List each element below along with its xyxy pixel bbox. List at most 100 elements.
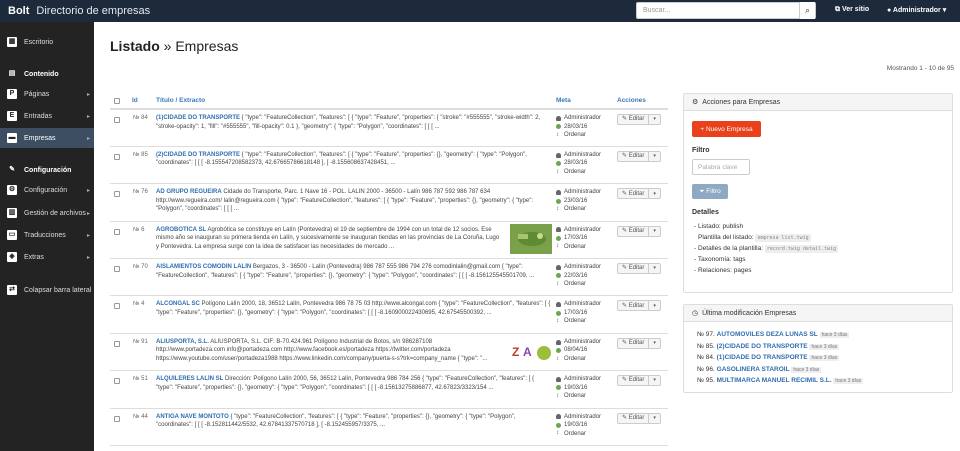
recent-name-link[interactable]: (1)CIDADE DO TRANSPORTE [717,354,808,361]
recent-item[interactable]: № 85. (2)CIDADE DO TRANSPORTE hace 3 día… [697,343,840,350]
sidebar-item-escritorio[interactable]: ▦ Escritorio [0,32,94,52]
row-checkbox[interactable] [114,228,120,235]
column-id[interactable]: Id [132,93,156,110]
row-checkbox[interactable] [114,340,120,347]
search-input[interactable]: Buscar... ⌕ [636,2,816,19]
column-title[interactable]: Título / Extracto [156,93,556,110]
edit-button[interactable]: ✎ Editar ▾ [617,300,661,312]
edit-icon: ✎ [622,116,628,123]
sidebar-item-entradas[interactable]: E Entradas ▸ [0,106,94,126]
recent-name-link[interactable]: MULTIMARCA MANUEL RECIMIL S.L. [717,377,832,384]
edit-button[interactable]: ✎ Editar ▾ [617,150,661,162]
brand-logo[interactable]: Bolt [8,5,29,17]
record-title-link[interactable]: (1)CIDADE DO TRANSPORTE [156,115,240,121]
recent-ago: hace 3 días [791,366,822,373]
caret-down-icon[interactable]: ▾ [649,376,660,385]
sidebar-item-gesti-n-de-archivos[interactable]: ▥ Gestión de archivos ▸ [0,203,94,223]
row-checkbox[interactable] [114,415,120,422]
record-title-link[interactable]: AISLAMIENTOS COMODÍN LALÍN [156,264,251,270]
recent-item[interactable]: № 84. (1)CIDADE DO TRANSPORTE hace 3 día… [697,354,840,361]
record-title-link[interactable]: ALIUSPORTA, S.L. [156,339,209,345]
recent-name-link[interactable]: (2)CIDADE DO TRANSPORTE [717,343,808,350]
table-row[interactable]: № 76 AD GRUPO REGUEIRA Cidade do Transpor… [110,183,668,222]
sidebar-item-configuraci-n[interactable]: ⚙ Configuración ▸ [0,180,94,200]
edit-button[interactable]: ✎ Editar ▾ [617,188,661,200]
search-icon[interactable]: ⌕ [799,2,815,19]
caret-down-icon[interactable]: ▾ [649,339,660,348]
caret-down-icon[interactable]: ▾ [649,227,660,236]
thumbnail-image[interactable]: ZA [510,335,552,366]
table-row[interactable]: № 44 ANTIGA NAVE MONTOTO { "type": "Featu… [110,408,668,447]
filter-input[interactable]: Palabra clave [692,159,750,175]
record-title-link[interactable]: AGROBOTICA SL [156,227,206,233]
row-order-label: Ordenar [564,132,587,138]
record-title-link[interactable]: ALCONGAL SC [156,301,200,307]
table-row[interactable]: № 91 Z A ALIUSPORTA, S.L. ALIUSPORTA, S.L. … [110,333,668,372]
select-all-checkbox[interactable] [114,98,120,104]
published-status-icon [556,348,561,354]
table-row[interactable]: № 4 ALCONGAL SC Polígono Lalín 2000, 18, … [110,295,668,334]
caret-down-icon[interactable]: ▾ [649,115,660,124]
row-select-cell [110,295,132,334]
table-row[interactable]: № 84 (1)CIDADE DO TRANSPORTE { "type": "F… [110,109,668,147]
recent-item[interactable]: № 96. GASOLINERA STAROIL hace 3 días [697,366,822,373]
new-company-button[interactable]: + Nuevo Empresa [692,121,761,137]
row-checkbox[interactable] [114,153,120,160]
sidebar-item-traducciones[interactable]: ▭ Traducciones ▸ [0,225,94,245]
caret-down-icon[interactable]: ▾ [649,264,660,273]
caret-down-icon[interactable]: ▾ [649,152,660,161]
row-select-cell [110,221,132,260]
edit-button[interactable]: ✎ Editar ▾ [617,114,661,125]
sidebar-item-contenido[interactable]: ▤ Contenido [0,64,94,84]
user-icon [556,227,561,233]
recent-item[interactable]: № 97. AUTOMOVILES DEZA LUNAS SL hace 3 d… [697,331,850,338]
filter-button[interactable]: ⏷ Filtro [692,184,728,199]
sidebar-item-configuraci-n[interactable]: ✎ Configuración [0,160,94,180]
filter-placeholder: Palabra clave [698,163,738,171]
edit-button[interactable]: ✎ Editar ▾ [617,225,661,237]
edit-button[interactable]: ✎ Editar ▾ [617,375,661,387]
published-status-icon [556,422,561,428]
recent-name-link[interactable]: AUTOMOVILES DEZA LUNAS SL [717,331,818,338]
record-title-link[interactable]: ANTIGA NAVE MONTOTO [156,414,229,420]
sidebar-item-p-ginas[interactable]: P Páginas ▸ [0,84,94,104]
view-site-link[interactable]: ⧉ Ver sitio [835,6,869,14]
thumbnail-image[interactable] [510,223,552,254]
edit-button-label: Editar [628,302,645,309]
page-title: Listado » Empresas [110,38,238,54]
edit-button[interactable]: ✎ Editar ▾ [617,337,661,349]
record-title-link[interactable]: ALQUILERES LALÍN SL [156,376,223,382]
row-checkbox[interactable] [114,303,120,310]
caret-down-icon[interactable]: ▾ [649,414,660,423]
caret-down-icon[interactable]: ▾ [649,302,660,311]
row-date: 19/03/16 [564,384,588,391]
caret-down-icon[interactable]: ▾ [649,190,660,199]
table-row[interactable]: № 6 AGROBOTICA SL Agrobótica se constituy… [110,221,668,260]
edit-button[interactable]: ✎ Editar ▾ [617,412,661,424]
column-meta[interactable]: Meta [556,93,617,110]
recent-item[interactable]: № 95. MULTIMARCA MANUEL RECIMIL S.L. hac… [697,377,864,384]
row-checkbox[interactable] [114,378,120,385]
row-author: Administrador [564,189,602,196]
table-row[interactable]: № 51 ALQUILERES LALÍN SL Dirección: Políg… [110,370,668,409]
row-meta: Administrador 28/03/16 ↕ Ordenar [556,146,617,185]
table-row[interactable]: № 70 AISLAMIENTOS COMODÍN LALÍN Bergazos,… [110,258,668,297]
record-title-link[interactable]: (2)CIDADE DO TRANSPORTE [156,152,240,158]
row-checkbox[interactable] [114,117,120,123]
table-row[interactable]: № 85 (2)CIDADE DO TRANSPORTE { "type": "F… [110,146,668,185]
recent-name-link[interactable]: GASOLINERA STAROIL [717,366,790,373]
user-menu[interactable]: ● Administrador ▾ [887,6,946,14]
row-checkbox[interactable] [114,191,120,198]
row-select-cell [110,370,132,409]
sort-icon: ↕ [556,280,559,287]
row-actions: ✎ Editar ▾ [617,109,668,147]
sidebar-item-extras[interactable]: ◈ Extras ▸ [0,247,94,267]
edit-button[interactable]: ✎ Editar ▾ [617,263,661,275]
sidebar-item-empresas[interactable]: ▬ Empresas ▸ [0,128,94,148]
sidebar-item-colapsar-barra-lateral[interactable]: ⇄ Colapsar barra lateral [0,280,94,300]
row-checkbox[interactable] [114,266,120,273]
record-title-link[interactable]: AD GRUPO REGUEIRA [156,189,222,195]
row-author: Administrador [564,115,602,121]
site-title[interactable]: Directorio de empresas [36,5,150,17]
row-title-cell: AD GRUPO REGUEIRA Cidade do Transporte, … [156,183,556,222]
